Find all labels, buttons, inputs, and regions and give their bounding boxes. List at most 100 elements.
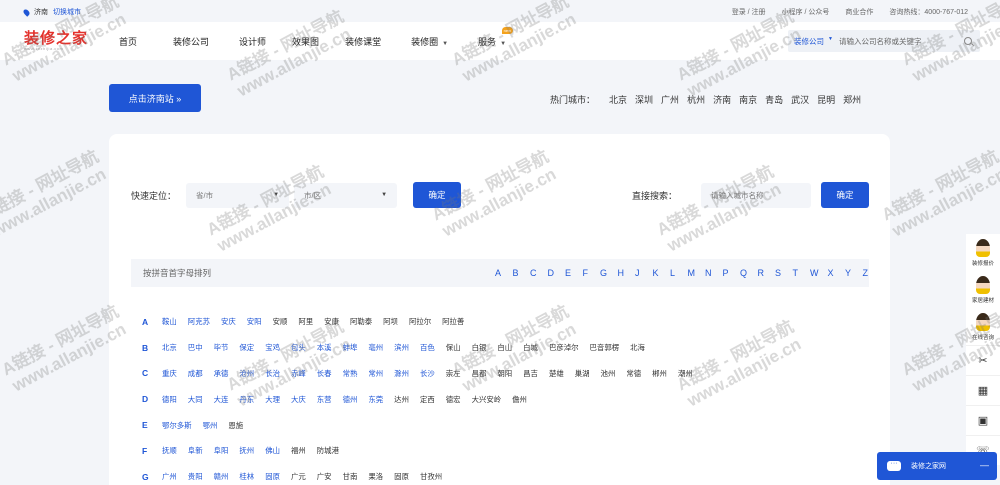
city-link[interactable]: 广州 (162, 471, 177, 482)
logo[interactable]: 装修之家 www.zxzhijia.com (24, 31, 88, 51)
nav-gallery[interactable]: 效果图 (283, 35, 328, 48)
city-link[interactable]: 大兴安岭 (472, 394, 502, 405)
letter-link[interactable]: P (723, 268, 741, 278)
hot-city-link[interactable]: 广州 (661, 93, 679, 106)
nav-home[interactable]: 首页 (110, 35, 146, 48)
hot-city-link[interactable]: 南京 (739, 93, 757, 106)
city-link[interactable]: 抚顺 (162, 445, 177, 456)
city-link[interactable]: 成都 (188, 368, 203, 379)
miniprogram-link[interactable]: 小程序 / 公众号 (782, 7, 830, 17)
letter-link[interactable]: Q (740, 268, 758, 278)
city-link[interactable]: 贵阳 (188, 471, 203, 482)
city-link[interactable]: 潮州 (678, 368, 693, 379)
city-search-input[interactable]: 请输入城市名称 (701, 182, 812, 208)
city-link[interactable]: 鄂尔多斯 (162, 420, 192, 431)
city-link[interactable]: 福州 (291, 445, 306, 456)
city-link[interactable]: 安庆 (221, 316, 236, 327)
city-link[interactable]: 本溪 (317, 342, 332, 353)
city-link[interactable]: 北海 (630, 342, 645, 353)
city-link[interactable]: 蚌埠 (343, 342, 358, 353)
nav-companies[interactable]: 装修公司 (164, 35, 218, 48)
quick-confirm-button[interactable]: 确定 (413, 182, 462, 208)
nav-service[interactable]: 服务 ▼ new (469, 26, 515, 48)
nav-classroom[interactable]: 装修课堂 (336, 35, 390, 48)
city-link[interactable]: 亳州 (368, 342, 383, 353)
letter-link[interactable]: C (530, 268, 548, 278)
letter-link[interactable]: M (688, 268, 706, 278)
city-link[interactable]: 常熟 (343, 368, 358, 379)
online-consult[interactable]: 在线咨询 (966, 308, 1000, 345)
city-link[interactable]: 甘孜州 (420, 471, 442, 482)
login-register-link[interactable]: 登录 / 注册 (732, 7, 766, 17)
city-link[interactable]: 德宏 (446, 394, 461, 405)
city-link[interactable]: 阜新 (188, 445, 203, 456)
city-link[interactable]: 楚雄 (549, 368, 564, 379)
city-link[interactable]: 桂林 (239, 471, 254, 482)
city-link[interactable]: 常州 (368, 368, 383, 379)
city-link[interactable]: 巴音郭楞 (590, 342, 620, 353)
materials-service[interactable]: 家居建材 (966, 271, 1000, 308)
city-link[interactable]: 阿勒泰 (350, 316, 372, 327)
hot-city-link[interactable]: 昆明 (817, 93, 835, 106)
city-link[interactable]: 常德 (626, 368, 641, 379)
city-link[interactable]: 德阳 (162, 394, 177, 405)
letter-link[interactable]: W (810, 268, 828, 278)
hot-city-link[interactable]: 杭州 (687, 93, 705, 106)
city-link[interactable]: 保山 (446, 342, 461, 353)
city-link[interactable]: 长沙 (420, 368, 435, 379)
letter-link[interactable]: A (495, 268, 513, 278)
city-link[interactable]: 抚州 (239, 445, 254, 456)
city-link[interactable]: 大连 (214, 394, 229, 405)
city-link[interactable]: 白山 (497, 342, 512, 353)
city-link[interactable]: 防城港 (317, 445, 339, 456)
city-select[interactable]: 市/区 ▼ (294, 182, 398, 208)
letter-link[interactable]: L (670, 268, 688, 278)
city-link[interactable]: 阿拉善 (442, 316, 464, 327)
city-link[interactable]: 朝阳 (497, 368, 512, 379)
nav-circle[interactable]: 装修圈 ▼ (402, 35, 457, 48)
province-select[interactable]: 省/市 ▼ (186, 182, 290, 208)
city-link[interactable]: 鞍山 (162, 316, 177, 327)
letter-link[interactable]: N (705, 268, 723, 278)
letter-link[interactable]: B (513, 268, 531, 278)
city-link[interactable]: 东营 (317, 394, 332, 405)
city-link[interactable]: 阿克苏 (188, 316, 210, 327)
jump-city-button[interactable]: 点击济南站 » (109, 84, 201, 112)
city-link[interactable]: 赣州 (214, 471, 229, 482)
search-icon[interactable] (964, 37, 972, 45)
city-link[interactable]: 阿坝 (383, 316, 398, 327)
city-link[interactable]: 安顺 (273, 316, 288, 327)
letter-link[interactable]: D (548, 268, 566, 278)
city-link[interactable]: 崇左 (446, 368, 461, 379)
tools-icon[interactable]: ✂ (966, 345, 1000, 375)
city-link[interactable]: 佛山 (265, 445, 280, 456)
business-link[interactable]: 商业合作 (845, 7, 873, 17)
city-link[interactable]: 巢湖 (575, 368, 590, 379)
hot-city-link[interactable]: 青岛 (765, 93, 783, 106)
city-link[interactable]: 达州 (394, 394, 409, 405)
city-link[interactable]: 巴中 (188, 342, 203, 353)
letter-link[interactable]: H (618, 268, 636, 278)
city-link[interactable]: 广安 (317, 471, 332, 482)
city-link[interactable]: 阿拉尔 (409, 316, 431, 327)
letter-link[interactable]: S (775, 268, 793, 278)
city-link[interactable]: 定西 (420, 394, 435, 405)
qrcode-icon[interactable]: ▣ (966, 405, 1000, 435)
city-link[interactable]: 保定 (239, 342, 254, 353)
city-link[interactable]: 德州 (343, 394, 358, 405)
city-link[interactable]: 阜阳 (214, 445, 229, 456)
city-link[interactable]: 池州 (601, 368, 616, 379)
city-link[interactable]: 大同 (188, 394, 203, 405)
hot-city-link[interactable]: 郑州 (843, 93, 861, 106)
city-link[interactable]: 固原 (394, 471, 409, 482)
calculator-icon[interactable]: ▦ (966, 375, 1000, 405)
city-link[interactable]: 北京 (162, 342, 177, 353)
city-link[interactable]: 昌吉 (523, 368, 538, 379)
hot-city-link[interactable]: 北京 (609, 93, 627, 106)
city-link[interactable]: 长治 (265, 368, 280, 379)
city-link[interactable]: 承德 (214, 368, 229, 379)
chat-widget[interactable]: ··· 装修之家网 — (877, 452, 997, 480)
minimize-icon[interactable]: — (980, 460, 989, 470)
city-link[interactable]: 郴州 (652, 368, 667, 379)
city-link[interactable]: 广元 (291, 471, 306, 482)
